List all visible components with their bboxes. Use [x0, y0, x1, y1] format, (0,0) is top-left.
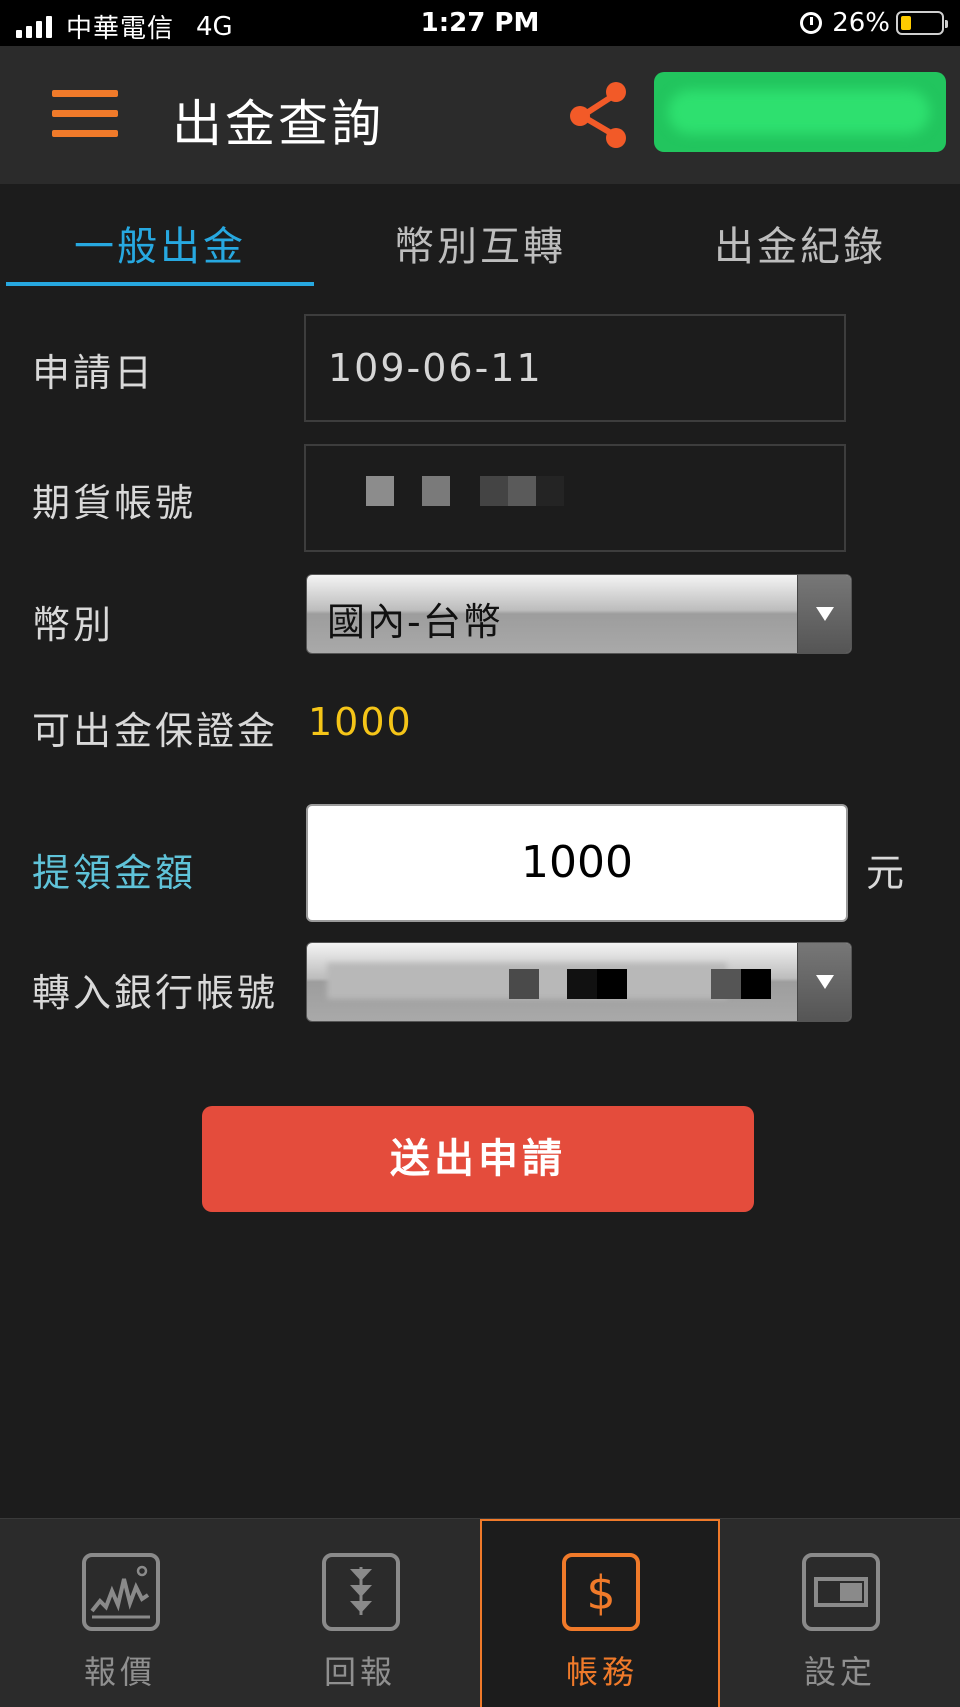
apply-date-field: 109-06-11 [304, 314, 846, 422]
quote-chart-icon [82, 1553, 160, 1631]
page-title: 出金查詢 [172, 95, 384, 153]
nav-label-quote: 報價 [83, 1653, 156, 1691]
submit-application-button[interactable]: 送出申請 [202, 1106, 754, 1212]
dollar-icon: $ [562, 1553, 640, 1631]
bank-account-label: 轉入銀行帳號 [32, 971, 279, 1015]
nav-item-report[interactable]: 回報 [240, 1519, 480, 1707]
nav-label-report: 回報 [323, 1653, 396, 1691]
currency-select[interactable]: 國內-台幣 [306, 574, 852, 654]
futures-account-label: 期貨帳號 [32, 481, 197, 525]
nav-label-settings: 設定 [803, 1653, 876, 1691]
withdrawal-query-screen: 中華電信 4G 1:27 PM 26% 出金查詢 一般出金 幣別互轉 出金紀錄 [0, 0, 960, 1707]
currency-selected-value: 國內-台幣 [327, 600, 503, 644]
battery-percent: 26% [832, 8, 890, 38]
svg-text:$: $ [586, 1566, 615, 1620]
battery-level [901, 16, 911, 30]
bottom-nav: 報價 回報 $ 帳務 設定 [0, 1518, 960, 1707]
menu-icon[interactable] [52, 90, 118, 138]
chevron-down-icon[interactable] [797, 575, 851, 653]
alarm-icon [800, 12, 823, 34]
tab-bar: 一般出金 幣別互轉 出金紀錄 [0, 184, 960, 288]
tab-withdrawal-records[interactable]: 出金紀錄 [640, 214, 960, 272]
nav-item-settings[interactable]: 設定 [720, 1519, 960, 1707]
report-arrows-icon [322, 1553, 400, 1631]
status-right: 26% [800, 8, 948, 38]
nav-item-accounting[interactable]: $ 帳務 [480, 1519, 720, 1707]
app-header: 出金查詢 [0, 46, 960, 184]
withdraw-amount-label: 提領金額 [32, 851, 197, 895]
apply-date-label: 申請日 [32, 351, 156, 395]
chevron-down-icon[interactable] [797, 943, 851, 1021]
nav-item-quote[interactable]: 報價 [0, 1519, 240, 1707]
status-bar: 中華電信 4G 1:27 PM 26% [0, 0, 960, 46]
nav-label-accounting: 帳務 [565, 1653, 638, 1691]
battery-icon [896, 11, 948, 35]
amount-unit: 元 [866, 851, 905, 895]
available-margin-value: 1000 [308, 700, 413, 744]
tab-general-withdrawal[interactable]: 一般出金 [0, 214, 320, 272]
settings-toggle-icon [802, 1553, 880, 1631]
currency-label: 幣別 [32, 603, 115, 647]
active-tab-indicator [6, 282, 314, 286]
tab-currency-exchange[interactable]: 幣別互轉 [320, 214, 640, 272]
share-icon[interactable] [568, 80, 630, 150]
account-badge[interactable] [654, 72, 946, 152]
withdraw-amount-input[interactable]: 1000 [306, 804, 848, 922]
bank-account-select[interactable] [306, 942, 852, 1022]
available-margin-label: 可出金保證金 [32, 709, 279, 753]
bank-account-masked-value [307, 943, 797, 1021]
